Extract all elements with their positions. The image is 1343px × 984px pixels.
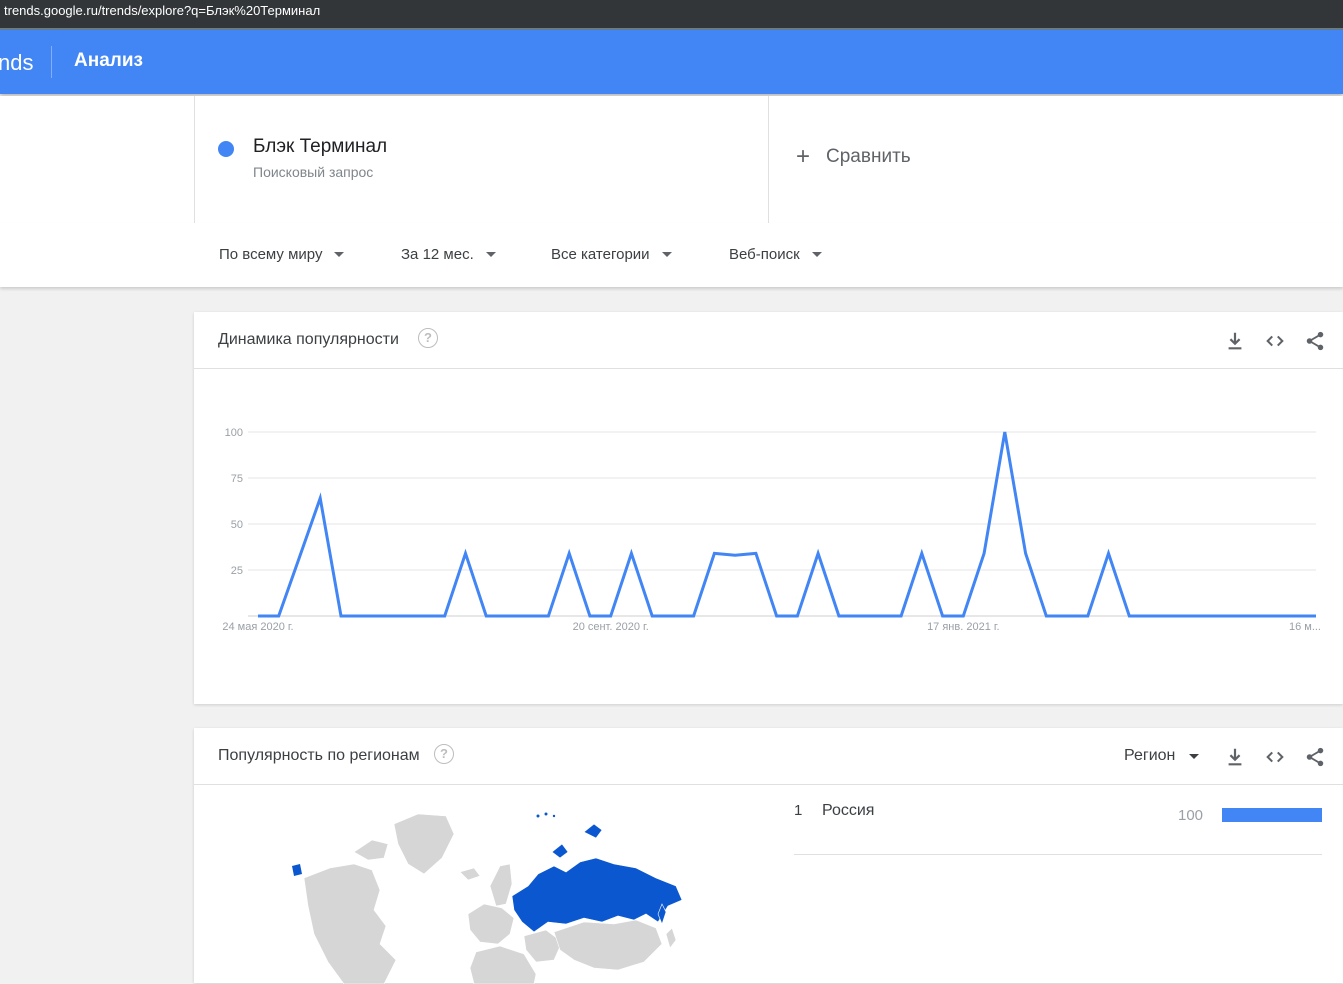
map-region-europe — [467, 903, 515, 945]
embed-icon[interactable] — [1264, 746, 1286, 768]
interest-over-time-chart[interactable]: 100 75 50 25 24 мая 2020 г. 20 сент. 2020 г. 1… — [194, 369, 1343, 689]
compare-button[interactable]: + Сравнить — [796, 143, 911, 170]
download-icon[interactable] — [1224, 746, 1246, 768]
card-header: Динамика популярности ? — [194, 312, 1343, 369]
map-region-russia-arctic-island — [551, 843, 569, 859]
search-term-card[interactable]: Блэк Терминал Поисковый запрос — [194, 96, 769, 223]
region-name: Россия — [822, 802, 875, 819]
map-region-canada-islands — [353, 839, 389, 861]
caret-down-icon — [811, 252, 822, 257]
map-region-iceland — [459, 867, 481, 881]
app-header: nds Анализ — [0, 30, 1343, 94]
compare-label: Сравнить — [826, 146, 911, 167]
term-color-dot — [218, 141, 234, 157]
map-region-alaska-highlight — [292, 864, 302, 876]
period-filter-label: За 12 мес. — [401, 246, 474, 263]
map-region-russia — [511, 857, 683, 933]
x-tick-label: 17 янв. 2021 г. — [927, 621, 1000, 633]
search-term-bar: Блэк Терминал Поисковый запрос + Сравнит… — [0, 96, 1343, 224]
map-highlight-russia — [511, 823, 683, 933]
caret-down-icon — [334, 252, 345, 257]
card-title: Популярность по регионам — [218, 747, 420, 764]
map-region-asia — [553, 919, 663, 971]
map-region-africa — [469, 945, 537, 984]
region-value: 100 — [1178, 807, 1204, 824]
region-filter-label: По всему миру — [219, 246, 323, 263]
y-tick-label: 100 — [225, 427, 243, 439]
interest-by-region-card: Популярность по регионам ? Регион 1 Росс… — [194, 728, 1343, 984]
share-icon[interactable] — [1304, 746, 1326, 768]
region-value-bar — [1222, 808, 1322, 822]
term-name[interactable]: Блэк Терминал — [253, 136, 387, 158]
period-filter[interactable]: За 12 мес. — [401, 246, 496, 263]
world-map[interactable] — [284, 794, 704, 984]
map-region-north-america — [303, 863, 397, 984]
help-icon[interactable]: ? — [434, 744, 454, 764]
card-header: Популярность по регионам ? Регион — [194, 728, 1343, 785]
region-rank-row[interactable]: 1 Россия 100 — [794, 794, 1322, 855]
y-tick-label: 75 — [231, 473, 243, 485]
google-trends-logo[interactable]: nds — [0, 50, 33, 76]
caret-down-icon — [1189, 753, 1200, 759]
plus-icon: + — [796, 143, 811, 170]
url-text[interactable]: trends.google.ru/trends/explore?q=Блэк%2… — [4, 3, 320, 18]
filter-bar: По всему миру За 12 мес. Все категории В… — [0, 223, 1343, 287]
card-title: Динамика популярности — [218, 331, 399, 348]
map-region-arctic-dot — [544, 812, 548, 816]
region-resolution-select[interactable]: Регион — [1124, 747, 1200, 765]
region-filter[interactable]: По всему миру — [219, 246, 345, 263]
browser-address-bar[interactable]: trends.google.ru/trends/explore?q=Блэк%2… — [0, 0, 1343, 30]
region-rank-number: 1 — [794, 802, 803, 819]
search-type-filter[interactable]: Веб-поиск — [729, 246, 822, 263]
download-icon[interactable] — [1224, 330, 1246, 352]
x-tick-label: 20 сент. 2020 г. — [573, 621, 649, 633]
help-icon[interactable]: ? — [418, 328, 438, 348]
caret-down-icon — [485, 252, 496, 257]
map-region-arctic-dot — [536, 814, 540, 818]
map-region-japan — [665, 927, 677, 949]
header-divider — [51, 46, 52, 78]
x-tick-label: 16 м... — [1289, 621, 1321, 633]
map-region-arctic-dot — [552, 814, 556, 818]
interest-over-time-card: Динамика популярности ? 100 75 50 25 24 мая … — [194, 312, 1343, 704]
map-region-russia-north-island — [583, 823, 603, 839]
nav-explore[interactable]: Анализ — [74, 50, 143, 72]
region-value-bar-fill — [1222, 808, 1322, 822]
embed-icon[interactable] — [1264, 330, 1286, 352]
share-icon[interactable] — [1304, 330, 1326, 352]
map-region-scandinavia — [489, 863, 513, 907]
y-tick-label: 50 — [231, 519, 243, 531]
category-filter-label: Все категории — [551, 246, 650, 263]
term-type: Поисковый запрос — [253, 164, 374, 180]
search-type-filter-label: Веб-поиск — [729, 246, 800, 263]
category-filter[interactable]: Все категории — [551, 246, 672, 263]
y-tick-label: 25 — [231, 565, 243, 577]
map-region-greenland — [393, 813, 455, 875]
x-tick-label: 24 мая 2020 г. — [222, 621, 293, 633]
region-resolution-label: Регион — [1124, 747, 1176, 764]
caret-down-icon — [661, 252, 672, 257]
